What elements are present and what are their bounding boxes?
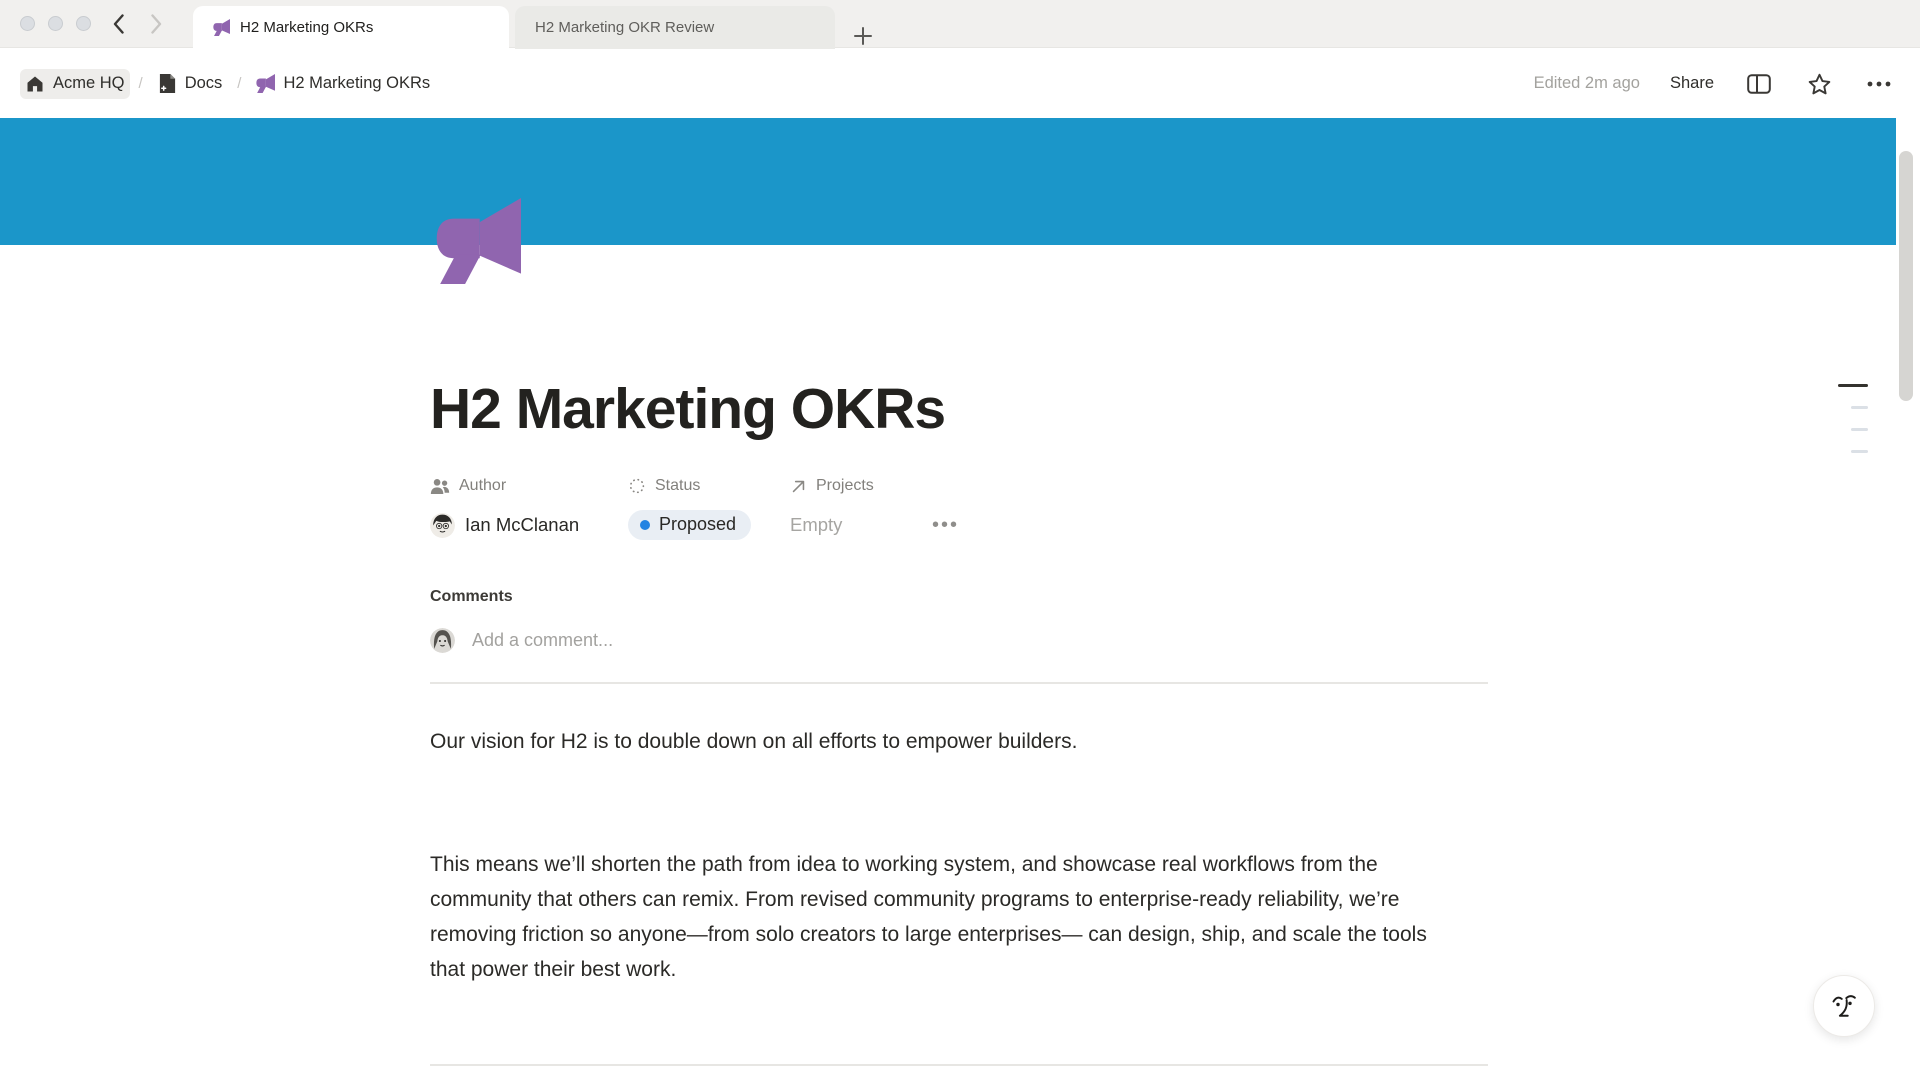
spinner-icon [628,477,646,495]
doc-icon [158,73,177,94]
header-actions: Edited 2m ago Share [1534,69,1894,99]
arrow-up-right-icon [790,478,807,495]
property-author-value[interactable]: Ian McClanan [430,508,628,542]
sidebar-toggle-icon [1747,74,1771,94]
star-icon [1808,73,1831,95]
author-name: Ian McClanan [465,514,579,536]
avatar [430,628,455,653]
more-options-button[interactable] [1864,69,1894,99]
tab-label: H2 Marketing OKR Review [535,19,714,36]
tab-label: H2 Marketing OKRs [240,19,373,36]
breadcrumb-separator: / [139,75,143,92]
property-status: Status Proposed [628,472,790,542]
outline-line-current [1838,384,1868,387]
tab-strip: H2 Marketing OKRs H2 Marketing OKR Revie… [193,0,873,48]
property-label-text: Author [459,477,506,495]
outline-line [1851,450,1868,453]
people-icon [430,478,450,495]
back-button[interactable] [105,11,131,37]
property-projects-value[interactable]: Empty [790,508,928,542]
megaphone-icon [435,198,521,284]
avatar [430,513,455,538]
ai-face-icon [1826,988,1862,1024]
ellipsis-icon [1867,81,1891,87]
new-tab-button[interactable] [853,26,873,46]
titlebar: H2 Marketing OKRs H2 Marketing OKR Revie… [0,0,1920,48]
megaphone-icon [213,19,230,36]
user-avatar-self [430,628,455,653]
window-minimize-button[interactable] [48,16,63,31]
property-author: Author Ian McClanan [430,472,628,542]
breadcrumb-item-home[interactable]: Acme HQ [20,69,130,99]
edited-timestamp: Edited 2m ago [1534,74,1640,93]
add-comment-row[interactable]: Add a comment... [430,628,1490,653]
tab-h2-marketing-okr-review[interactable]: H2 Marketing OKR Review [515,6,835,49]
paragraph-block[interactable]: This means we’ll shorten the path from i… [430,847,1465,987]
properties-more-button[interactable]: ••• [928,508,959,542]
window-close-button[interactable] [20,16,35,31]
property-projects-label[interactable]: Projects [790,472,928,500]
tab-h2-marketing-okrs[interactable]: H2 Marketing OKRs [193,6,509,49]
property-projects: Projects Empty [790,472,928,542]
home-icon [25,74,45,94]
share-button[interactable]: Share [1670,74,1714,93]
property-status-value[interactable]: Proposed [628,508,790,542]
breadcrumb-item-docs[interactable]: Docs [152,69,229,98]
breadcrumb-label: Docs [185,74,223,93]
window-controls [20,16,91,31]
breadcrumb-label: H2 Marketing OKRs [283,74,430,93]
add-comment-input[interactable]: Add a comment... [472,630,613,651]
property-label-text: Projects [816,477,874,495]
divider [430,682,1488,684]
comments-section-label: Comments [430,588,1490,606]
forward-button[interactable] [143,11,169,37]
breadcrumb-item-current-page[interactable]: H2 Marketing OKRs [250,70,436,97]
status-dot [640,520,650,530]
plus-icon [853,26,873,46]
breadcrumb-label: Acme HQ [53,74,125,93]
chevron-left-icon [113,14,124,34]
property-author-label[interactable]: Author [430,472,628,500]
breadcrumb-separator: / [237,75,241,92]
outline-line [1851,406,1868,409]
chevron-right-icon [151,14,162,34]
window-zoom-button[interactable] [76,16,91,31]
cover-banner[interactable] [0,118,1896,245]
divider [430,1064,1488,1066]
property-status-label[interactable]: Status [628,472,790,500]
ai-assistant-button[interactable] [1813,975,1875,1037]
outline-line [1851,428,1868,431]
property-label-text: Status [655,477,700,495]
document-content: H2 Marketing OKRs Author [430,245,1490,1066]
status-badge[interactable]: Proposed [628,510,751,540]
page-icon-button[interactable] [435,198,521,284]
outline-indicator[interactable] [1838,384,1868,453]
scrollbar-thumb[interactable] [1899,151,1913,401]
favorite-button[interactable] [1804,69,1834,99]
page-title[interactable]: H2 Marketing OKRs [430,376,1490,442]
page-properties: Author Ian McClanan [430,472,1490,542]
user-avatar-ian [430,513,455,538]
page-header: Acme HQ / Docs / H2 Marketing OKRs Edite… [0,49,1920,118]
status-text: Proposed [659,514,736,535]
megaphone-icon [256,74,275,93]
toggle-sidebar-button[interactable] [1744,69,1774,99]
paragraph-block[interactable]: Our vision for H2 is to double down on a… [430,724,1465,759]
breadcrumb: Acme HQ / Docs / H2 Marketing OKRs [20,69,436,99]
app-window: H2 Marketing OKRs H2 Marketing OKR Revie… [0,0,1920,1080]
